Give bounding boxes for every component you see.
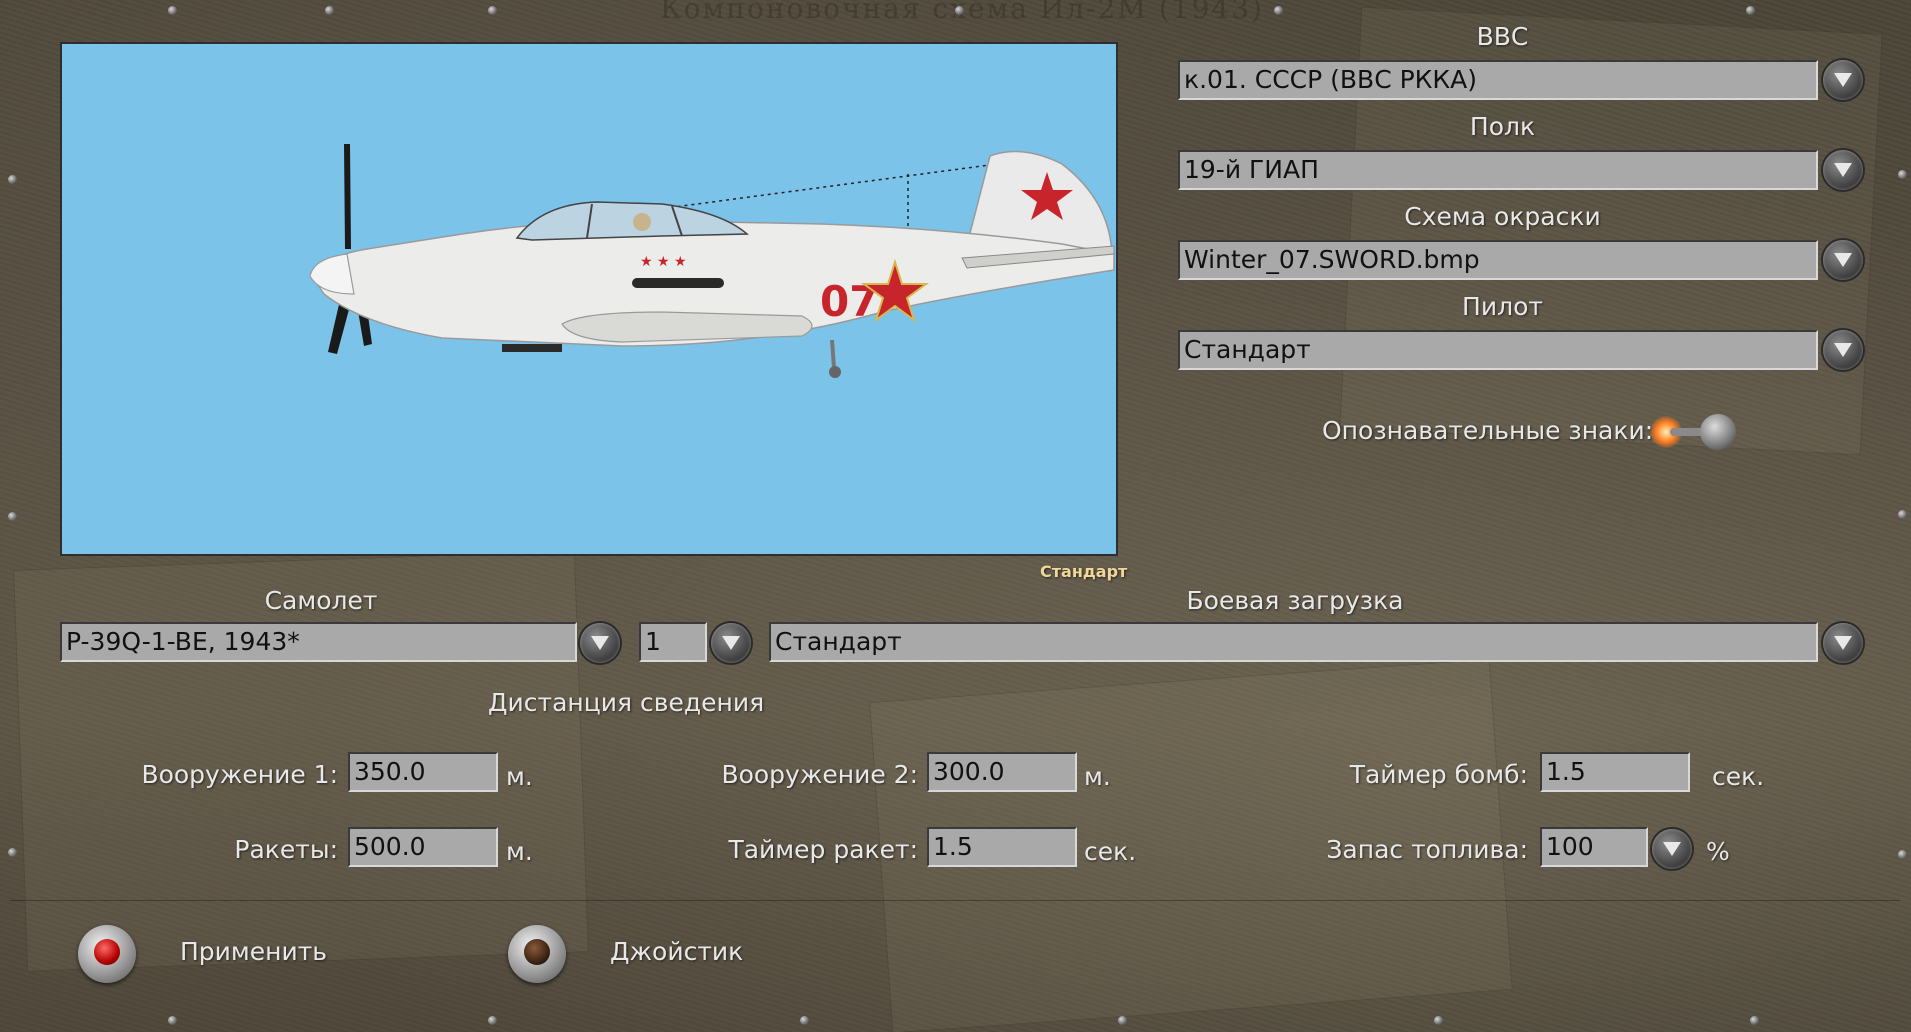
markings-toggle[interactable] [1650,412,1736,452]
rivet [168,6,177,15]
svg-text:★ ★ ★: ★ ★ ★ [640,254,687,270]
fuel-unit: % [1706,837,1730,866]
weapon2-input[interactable]: 300.0 [927,752,1077,792]
rivet [1434,1016,1443,1025]
rivet [1118,1016,1127,1025]
joystick-button[interactable] [508,925,566,983]
rivet [8,512,17,521]
loadout-dropdown-button[interactable] [1823,623,1863,663]
regiment-dropdown-button[interactable] [1823,150,1863,190]
bomb-timer-label: Таймер бомб: [1349,760,1528,789]
joystick-label[interactable]: Джойстик [610,937,743,966]
skin-dropdown-button[interactable] [1823,240,1863,280]
weapon1-label: Вооружение 1: [141,760,338,789]
loadout-select[interactable]: Стандарт [769,622,1818,662]
vvs-label: ВВС [1476,22,1529,51]
aircraft-side-view: ★ ★ ★ 07 [309,144,1115,378]
rivet [8,175,17,184]
rivet [1750,1016,1759,1025]
pilot-head [633,213,651,231]
propeller-blade-top [344,144,351,249]
rivet [955,6,964,15]
rivet [8,848,17,857]
fuel-label: Запас топлива: [1326,835,1528,864]
rockets-input[interactable]: 500.0 [348,827,498,867]
rocket-timer-input[interactable]: 1.5 [927,827,1077,867]
red-button-icon [94,939,120,965]
gun-pod [502,344,562,352]
rivet [325,6,334,15]
fuel-select[interactable]: 100 [1540,827,1648,867]
rivet [800,1016,809,1025]
rocket-timer-unit: сек. [1084,837,1137,866]
wing [561,311,813,343]
weapon2-label: Вооружение 2: [721,760,918,789]
pilot-dropdown-button[interactable] [1823,330,1863,370]
aircraft-count-dropdown-button[interactable] [711,623,751,663]
weapon2-unit: м. [1084,762,1111,791]
preview-caption: Стандарт [1040,562,1128,581]
bomb-timer-unit: сек. [1712,762,1765,791]
aircraft-count-select[interactable]: 1 [639,622,707,662]
rockets-label: Ракеты: [234,835,338,864]
rivet [488,6,497,15]
weapon1-input[interactable]: 350.0 [348,752,498,792]
rivet [1898,850,1907,859]
vvs-select[interactable]: к.01. СССР (ВВС РККА) [1178,60,1818,100]
section-divider [10,900,1900,901]
rivet [1898,510,1907,519]
weapon1-unit: м. [506,762,533,791]
regiment-label: Полк [1469,112,1536,141]
rivet [1746,6,1755,15]
apply-button[interactable] [78,925,136,983]
dark-button-icon [524,939,550,965]
loadout-label: Боевая загрузка [1186,586,1404,615]
vvs-dropdown-button[interactable] [1823,60,1863,100]
aircraft-preview: ★ ★ ★ 07 [60,42,1118,556]
aircraft-setup-screen: Компоновочная схема Ил-2М (1943) ★ ★ ★ 0… [0,0,1911,1032]
regiment-select[interactable]: 19-й ГИАП [1178,150,1818,190]
exhaust-stacks [632,278,724,288]
rocket-timer-label: Таймер ракет: [728,835,918,864]
aircraft-label: Самолет [264,586,378,615]
apply-label[interactable]: Применить [180,937,327,966]
rivet [1898,170,1907,179]
pilot-label: Пилот [1462,292,1543,321]
rivet [168,1016,177,1025]
fuel-dropdown-button[interactable] [1652,829,1692,869]
toggle-knob-icon [1700,414,1736,450]
skin-label: Схема окраски [1404,202,1601,231]
markings-label: Опознавательные знаки: [1322,416,1654,445]
skin-select[interactable]: Winter_07.SWORD.bmp [1178,240,1818,280]
cockpit-canopy [515,201,749,241]
convergence-title: Дистанция сведения [488,688,765,717]
aircraft-select[interactable]: P-39Q-1-BE, 1943* [60,622,577,662]
rockets-unit: м. [506,837,533,866]
propeller-spinner [309,253,355,295]
rivet [1274,6,1283,15]
pilot-select[interactable]: Стандарт [1178,330,1818,370]
bomb-timer-input[interactable]: 1.5 [1540,752,1690,792]
aircraft-dropdown-button[interactable] [580,623,620,663]
rivet [488,1016,497,1025]
